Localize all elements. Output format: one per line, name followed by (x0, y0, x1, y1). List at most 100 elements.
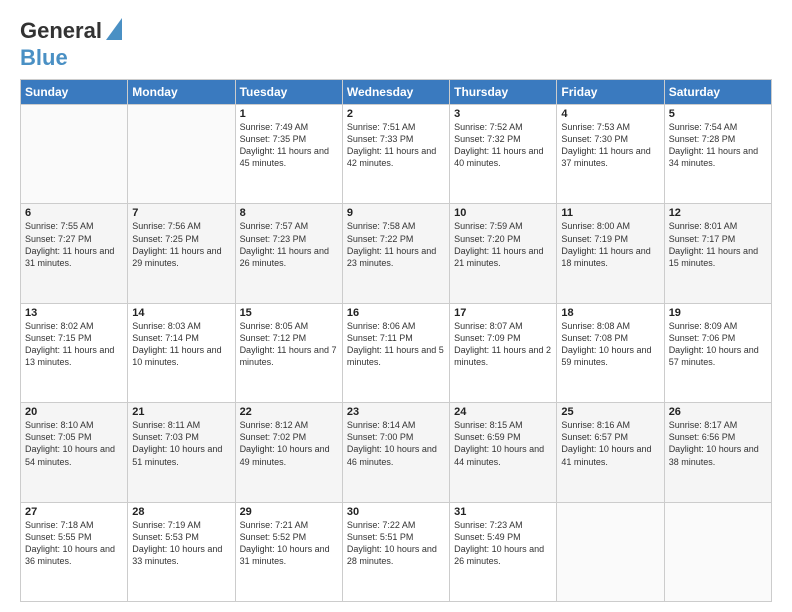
calendar-cell: 7Sunrise: 7:56 AM Sunset: 7:25 PM Daylig… (128, 204, 235, 303)
logo-general: General (20, 18, 102, 44)
day-number: 1 (240, 108, 338, 120)
calendar-cell: 8Sunrise: 7:57 AM Sunset: 7:23 PM Daylig… (235, 204, 342, 303)
day-number: 23 (347, 406, 445, 418)
day-info: Sunrise: 7:21 AM Sunset: 5:52 PM Dayligh… (240, 519, 338, 568)
calendar-cell: 4Sunrise: 7:53 AM Sunset: 7:30 PM Daylig… (557, 105, 664, 204)
calendar-cell: 14Sunrise: 8:03 AM Sunset: 7:14 PM Dayli… (128, 303, 235, 402)
day-number: 9 (347, 207, 445, 219)
day-number: 13 (25, 307, 123, 319)
column-header-monday: Monday (128, 80, 235, 105)
day-info: Sunrise: 8:16 AM Sunset: 6:57 PM Dayligh… (561, 419, 659, 468)
column-header-thursday: Thursday (450, 80, 557, 105)
column-header-saturday: Saturday (664, 80, 771, 105)
day-number: 30 (347, 506, 445, 518)
calendar-cell: 10Sunrise: 7:59 AM Sunset: 7:20 PM Dayli… (450, 204, 557, 303)
day-number: 12 (669, 207, 767, 219)
calendar-cell: 6Sunrise: 7:55 AM Sunset: 7:27 PM Daylig… (21, 204, 128, 303)
calendar-cell: 27Sunrise: 7:18 AM Sunset: 5:55 PM Dayli… (21, 502, 128, 601)
calendar-cell: 12Sunrise: 8:01 AM Sunset: 7:17 PM Dayli… (664, 204, 771, 303)
calendar-cell: 28Sunrise: 7:19 AM Sunset: 5:53 PM Dayli… (128, 502, 235, 601)
day-number: 31 (454, 506, 552, 518)
day-info: Sunrise: 7:22 AM Sunset: 5:51 PM Dayligh… (347, 519, 445, 568)
day-number: 27 (25, 506, 123, 518)
day-number: 22 (240, 406, 338, 418)
logo-triangle-icon (106, 18, 122, 45)
day-info: Sunrise: 8:11 AM Sunset: 7:03 PM Dayligh… (132, 419, 230, 468)
calendar-cell: 2Sunrise: 7:51 AM Sunset: 7:33 PM Daylig… (342, 105, 449, 204)
calendar-cell: 19Sunrise: 8:09 AM Sunset: 7:06 PM Dayli… (664, 303, 771, 402)
day-info: Sunrise: 7:57 AM Sunset: 7:23 PM Dayligh… (240, 220, 338, 269)
day-number: 15 (240, 307, 338, 319)
day-number: 11 (561, 207, 659, 219)
day-info: Sunrise: 7:55 AM Sunset: 7:27 PM Dayligh… (25, 220, 123, 269)
week-row-3: 13Sunrise: 8:02 AM Sunset: 7:15 PM Dayli… (21, 303, 772, 402)
calendar-cell (664, 502, 771, 601)
day-number: 17 (454, 307, 552, 319)
calendar-cell: 3Sunrise: 7:52 AM Sunset: 7:32 PM Daylig… (450, 105, 557, 204)
day-info: Sunrise: 8:14 AM Sunset: 7:00 PM Dayligh… (347, 419, 445, 468)
calendar-cell: 22Sunrise: 8:12 AM Sunset: 7:02 PM Dayli… (235, 403, 342, 502)
calendar-cell: 15Sunrise: 8:05 AM Sunset: 7:12 PM Dayli… (235, 303, 342, 402)
calendar-cell: 1Sunrise: 7:49 AM Sunset: 7:35 PM Daylig… (235, 105, 342, 204)
week-row-1: 1Sunrise: 7:49 AM Sunset: 7:35 PM Daylig… (21, 105, 772, 204)
column-header-tuesday: Tuesday (235, 80, 342, 105)
day-number: 2 (347, 108, 445, 120)
day-info: Sunrise: 8:08 AM Sunset: 7:08 PM Dayligh… (561, 320, 659, 369)
day-info: Sunrise: 8:15 AM Sunset: 6:59 PM Dayligh… (454, 419, 552, 468)
day-number: 7 (132, 207, 230, 219)
day-info: Sunrise: 7:18 AM Sunset: 5:55 PM Dayligh… (25, 519, 123, 568)
day-info: Sunrise: 8:07 AM Sunset: 7:09 PM Dayligh… (454, 320, 552, 369)
day-number: 18 (561, 307, 659, 319)
calendar-table: SundayMondayTuesdayWednesdayThursdayFrid… (20, 79, 772, 602)
day-number: 16 (347, 307, 445, 319)
day-info: Sunrise: 8:00 AM Sunset: 7:19 PM Dayligh… (561, 220, 659, 269)
day-number: 29 (240, 506, 338, 518)
logo: General Blue (20, 16, 122, 71)
calendar-cell: 29Sunrise: 7:21 AM Sunset: 5:52 PM Dayli… (235, 502, 342, 601)
week-row-5: 27Sunrise: 7:18 AM Sunset: 5:55 PM Dayli… (21, 502, 772, 601)
calendar-cell: 30Sunrise: 7:22 AM Sunset: 5:51 PM Dayli… (342, 502, 449, 601)
day-info: Sunrise: 7:19 AM Sunset: 5:53 PM Dayligh… (132, 519, 230, 568)
day-info: Sunrise: 7:51 AM Sunset: 7:33 PM Dayligh… (347, 121, 445, 170)
day-info: Sunrise: 7:54 AM Sunset: 7:28 PM Dayligh… (669, 121, 767, 170)
calendar-cell: 21Sunrise: 8:11 AM Sunset: 7:03 PM Dayli… (128, 403, 235, 502)
calendar-cell (557, 502, 664, 601)
calendar-cell: 16Sunrise: 8:06 AM Sunset: 7:11 PM Dayli… (342, 303, 449, 402)
calendar-cell: 18Sunrise: 8:08 AM Sunset: 7:08 PM Dayli… (557, 303, 664, 402)
calendar-cell: 17Sunrise: 8:07 AM Sunset: 7:09 PM Dayli… (450, 303, 557, 402)
day-info: Sunrise: 8:17 AM Sunset: 6:56 PM Dayligh… (669, 419, 767, 468)
calendar-cell: 26Sunrise: 8:17 AM Sunset: 6:56 PM Dayli… (664, 403, 771, 502)
calendar-cell (128, 105, 235, 204)
column-headers: SundayMondayTuesdayWednesdayThursdayFrid… (21, 80, 772, 105)
page: General Blue SundayMondayTuesdayWednesda… (0, 0, 792, 612)
day-info: Sunrise: 8:10 AM Sunset: 7:05 PM Dayligh… (25, 419, 123, 468)
day-info: Sunrise: 7:52 AM Sunset: 7:32 PM Dayligh… (454, 121, 552, 170)
column-header-wednesday: Wednesday (342, 80, 449, 105)
calendar-cell: 31Sunrise: 7:23 AM Sunset: 5:49 PM Dayli… (450, 502, 557, 601)
day-number: 26 (669, 406, 767, 418)
calendar-cell (21, 105, 128, 204)
day-number: 5 (669, 108, 767, 120)
day-info: Sunrise: 8:02 AM Sunset: 7:15 PM Dayligh… (25, 320, 123, 369)
day-info: Sunrise: 8:05 AM Sunset: 7:12 PM Dayligh… (240, 320, 338, 369)
day-number: 25 (561, 406, 659, 418)
logo-blue: Blue (20, 45, 68, 70)
calendar-cell: 20Sunrise: 8:10 AM Sunset: 7:05 PM Dayli… (21, 403, 128, 502)
day-info: Sunrise: 8:06 AM Sunset: 7:11 PM Dayligh… (347, 320, 445, 369)
calendar-cell: 13Sunrise: 8:02 AM Sunset: 7:15 PM Dayli… (21, 303, 128, 402)
day-info: Sunrise: 7:23 AM Sunset: 5:49 PM Dayligh… (454, 519, 552, 568)
day-number: 3 (454, 108, 552, 120)
calendar-cell: 23Sunrise: 8:14 AM Sunset: 7:00 PM Dayli… (342, 403, 449, 502)
day-info: Sunrise: 7:56 AM Sunset: 7:25 PM Dayligh… (132, 220, 230, 269)
day-number: 6 (25, 207, 123, 219)
calendar-body: 1Sunrise: 7:49 AM Sunset: 7:35 PM Daylig… (21, 105, 772, 602)
day-number: 14 (132, 307, 230, 319)
week-row-4: 20Sunrise: 8:10 AM Sunset: 7:05 PM Dayli… (21, 403, 772, 502)
day-number: 20 (25, 406, 123, 418)
day-number: 21 (132, 406, 230, 418)
day-number: 28 (132, 506, 230, 518)
day-info: Sunrise: 8:12 AM Sunset: 7:02 PM Dayligh… (240, 419, 338, 468)
calendar-cell: 11Sunrise: 8:00 AM Sunset: 7:19 PM Dayli… (557, 204, 664, 303)
day-number: 10 (454, 207, 552, 219)
column-header-sunday: Sunday (21, 80, 128, 105)
